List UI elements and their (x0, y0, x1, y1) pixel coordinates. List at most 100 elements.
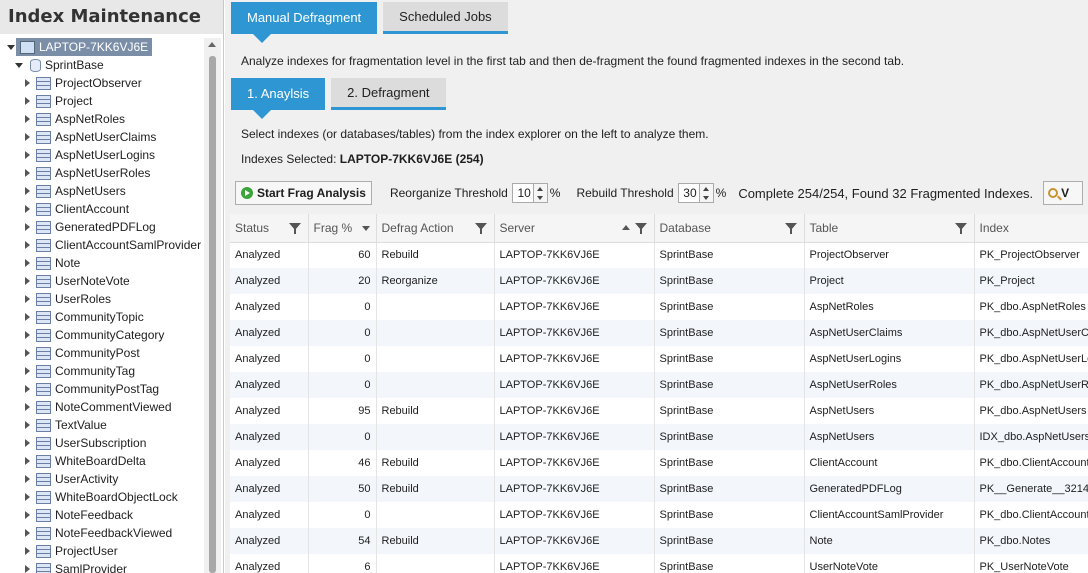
tree-node-table[interactable]: UserRoles (0, 290, 204, 308)
expand-arrow-icon[interactable] (22, 110, 32, 128)
tree-node-table[interactable]: CommunityTopic (0, 308, 204, 326)
table-row[interactable]: Analyzed 0 LAPTOP-7KK6VJ6E SprintBase AspNet… (230, 320, 1088, 346)
rebuild-threshold-stepper[interactable]: 30 (677, 183, 714, 203)
filter-icon[interactable] (784, 223, 797, 234)
tree-node-table[interactable]: AspNetRoles (0, 110, 204, 128)
tab-manual-defragment[interactable]: Manual Defragment (231, 2, 378, 43)
tree-node-table[interactable]: NoteFeedback (0, 506, 204, 524)
tree-node-table[interactable]: ClientAccountSamlProvider (0, 236, 204, 254)
tree-node-table[interactable]: CommunityCategory (0, 326, 204, 344)
expand-arrow-icon[interactable] (22, 218, 32, 236)
tree-node-table[interactable]: UserActivity (0, 470, 204, 488)
expand-arrow-icon[interactable] (22, 236, 32, 254)
tree-node-table[interactable]: UserNoteVote (0, 272, 204, 290)
filter-icon[interactable] (288, 223, 301, 234)
table-row[interactable]: Analyzed 20 Reorganize LAPTOP-7KK6VJ6E Sprin… (230, 268, 1088, 294)
view-button[interactable]: V (1043, 181, 1084, 205)
expand-arrow-icon[interactable] (22, 182, 32, 200)
tree-node-table[interactable]: CommunityPost (0, 344, 204, 362)
table-row[interactable]: Analyzed 0 LAPTOP-7KK6VJ6E SprintBase Client… (230, 502, 1088, 528)
tree-node-table[interactable]: AspNetUserRoles (0, 164, 204, 182)
column-header[interactable]: Database (654, 214, 805, 243)
stepper-arrows[interactable] (533, 183, 548, 203)
tree-node-table[interactable]: NoteCommentViewed (0, 398, 204, 416)
expand-arrow-icon[interactable] (22, 290, 32, 308)
arrow-up-icon[interactable] (537, 186, 544, 191)
selected-server-item[interactable]: LAPTOP-7KK6VJ6E (16, 38, 153, 56)
collapse-arrow-icon[interactable] (14, 56, 24, 74)
table-row[interactable]: Analyzed 0 LAPTOP-7KK6VJ6E SprintBase AspNet… (230, 372, 1088, 398)
arrow-up-icon[interactable] (703, 186, 710, 191)
tree-node-table[interactable]: GeneratedPDFLog (0, 218, 204, 236)
column-header[interactable]: Status (230, 214, 309, 243)
expand-arrow-icon[interactable] (22, 398, 32, 416)
tree-node-table[interactable]: SamlProvider (0, 560, 204, 573)
start-frag-analysis-button[interactable]: Start Frag Analysis (235, 181, 372, 205)
sort-desc-icon[interactable] (361, 226, 370, 231)
table-row[interactable]: Analyzed 54 Rebuild LAPTOP-7KK6VJ6E SprintBa… (230, 528, 1088, 554)
table-row[interactable]: Analyzed 0 LAPTOP-7KK6VJ6E SprintBase AspNet… (230, 346, 1088, 372)
column-header[interactable]: Frag % (308, 214, 377, 243)
tab-analysis[interactable]: 1. Anaylsis (231, 78, 326, 119)
tab-scheduled-jobs[interactable]: Scheduled Jobs (383, 2, 508, 34)
table-row[interactable]: Analyzed 0 LAPTOP-7KK6VJ6E SprintBase AspNet… (230, 424, 1088, 450)
tree-node-table[interactable]: AspNetUserClaims (0, 128, 204, 146)
tree-node-table[interactable]: AspNetUserLogins (0, 146, 204, 164)
expand-arrow-icon[interactable] (22, 470, 32, 488)
tree-node-table[interactable]: CommunityTag (0, 362, 204, 380)
table-row[interactable]: Analyzed 95 Rebuild LAPTOP-7KK6VJ6E SprintBa… (230, 398, 1088, 424)
tree-node-table[interactable]: CommunityPostTag (0, 380, 204, 398)
reorganize-threshold-input[interactable]: 10 (511, 183, 534, 203)
expand-arrow-icon[interactable] (22, 542, 32, 560)
results-grid[interactable]: Status Frag % Defrag Action Server Database T… (230, 214, 1088, 573)
filter-icon[interactable] (474, 223, 487, 234)
index-tree[interactable]: LAPTOP-7KK6VJ6E SprintBase ProjectObserv… (0, 38, 204, 573)
arrow-down-icon[interactable] (703, 195, 710, 200)
tab-defragment[interactable]: 2. Defragment (331, 78, 446, 110)
tree-node-table[interactable]: ClientAccount (0, 200, 204, 218)
scrollbar-thumb[interactable] (209, 56, 216, 573)
arrow-down-icon[interactable] (537, 195, 544, 200)
rebuild-threshold-input[interactable]: 30 (677, 183, 700, 203)
table-row[interactable]: Analyzed 60 Rebuild LAPTOP-7KK6VJ6E SprintBa… (230, 242, 1088, 268)
filter-icon[interactable] (954, 223, 967, 234)
expand-arrow-icon[interactable] (22, 362, 32, 380)
tree-scrollbar[interactable] (204, 38, 221, 573)
expand-arrow-icon[interactable] (22, 164, 32, 182)
tree-node-table[interactable]: ProjectUser (0, 542, 204, 560)
column-header[interactable]: Index (974, 214, 1088, 243)
tree-node-table[interactable]: WhiteBoardDelta (0, 452, 204, 470)
filter-icon[interactable] (634, 223, 647, 234)
tree-node-database[interactable]: SprintBase (0, 56, 204, 74)
tree-node-table[interactable]: NoteFeedbackViewed (0, 524, 204, 542)
expand-arrow-icon[interactable] (22, 146, 32, 164)
expand-arrow-icon[interactable] (22, 74, 32, 92)
tree-node-table[interactable]: Project (0, 92, 204, 110)
tree-node-table[interactable]: TextValue (0, 416, 204, 434)
stepper-arrows[interactable] (699, 183, 714, 203)
expand-arrow-icon[interactable] (22, 452, 32, 470)
sort-asc-icon[interactable] (621, 225, 630, 230)
column-header[interactable]: Server (494, 214, 655, 243)
expand-arrow-icon[interactable] (22, 560, 32, 573)
expand-arrow-icon[interactable] (22, 344, 32, 362)
column-header[interactable]: Defrag Action (376, 214, 495, 243)
expand-arrow-icon[interactable] (22, 200, 32, 218)
tree-node-table[interactable]: Note (0, 254, 204, 272)
table-row[interactable]: Analyzed 50 Rebuild LAPTOP-7KK6VJ6E SprintBa… (230, 476, 1088, 502)
expand-arrow-icon[interactable] (22, 416, 32, 434)
expand-arrow-icon[interactable] (22, 272, 32, 290)
tree-node-server[interactable]: LAPTOP-7KK6VJ6E (0, 38, 204, 56)
expand-arrow-icon[interactable] (22, 434, 32, 452)
expand-arrow-icon[interactable] (22, 326, 32, 344)
table-row[interactable]: Analyzed 6 LAPTOP-7KK6VJ6E SprintBase UserNo… (230, 554, 1088, 573)
tree-node-table[interactable]: WhiteBoardObjectLock (0, 488, 204, 506)
tree-node-table[interactable]: ProjectObserver (0, 74, 204, 92)
expand-arrow-icon[interactable] (22, 308, 32, 326)
tree-node-table[interactable]: UserSubscription (0, 434, 204, 452)
expand-arrow-icon[interactable] (22, 92, 32, 110)
expand-arrow-icon[interactable] (22, 524, 32, 542)
scroll-up-arrow-icon[interactable] (208, 42, 216, 47)
reorganize-threshold-stepper[interactable]: 10 (511, 183, 548, 203)
expand-arrow-icon[interactable] (22, 488, 32, 506)
